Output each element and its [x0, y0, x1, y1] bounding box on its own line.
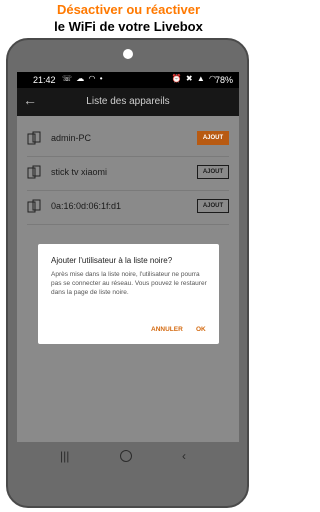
blacklist-dialog: Ajouter l'utilisateur à la liste noire? …	[38, 244, 219, 344]
phone-icon: ☏	[62, 74, 74, 83]
app-bar: ← Liste des appareils	[17, 88, 239, 116]
device-name: admin-PC	[51, 133, 92, 143]
cancel-button[interactable]: ANNULER	[151, 326, 183, 333]
signal-icon: ▲	[196, 74, 206, 83]
status-bar: 21:42 ☏ ☁ ◠ • ⏰ ✖ ▲ ◠ 78%	[17, 72, 239, 88]
wifi-notification-icon: ◠	[88, 74, 97, 83]
cloud-icon: ☁	[76, 74, 86, 83]
phone-camera	[123, 49, 133, 59]
alarm-icon: ⏰	[171, 74, 183, 83]
device-name: 0a:16:0d:06:1f:d1	[51, 201, 122, 211]
dialog-message: Après mise dans la liste noire, l'utilis…	[51, 271, 207, 296]
notification-icons: ☏ ☁ ◠ •	[62, 74, 104, 83]
recents-icon[interactable]: |||	[60, 449, 69, 463]
device-icon	[27, 131, 41, 145]
divider	[27, 190, 229, 191]
page-title: Liste des appareils	[86, 96, 170, 107]
add-button[interactable]: AJOUT	[197, 199, 229, 213]
divider	[27, 224, 229, 225]
status-time: 21:42	[33, 75, 56, 85]
promo-headline: Désactiver ou réactiver le WiFi de votre…	[0, 0, 257, 35]
ok-button[interactable]: OK	[196, 326, 206, 333]
mute-icon: ✖	[185, 74, 194, 83]
home-icon[interactable]	[120, 450, 132, 462]
dialog-title: Ajouter l'utilisateur à la liste noire?	[51, 256, 173, 265]
add-button[interactable]: AJOUT	[197, 165, 229, 179]
divider	[27, 156, 229, 157]
device-row[interactable]: 0a:16:0d:06:1f:d1 AJOUT	[17, 192, 239, 222]
battery-level: 78%	[214, 75, 233, 85]
dot-icon: •	[99, 74, 104, 83]
device-icon	[27, 165, 41, 179]
device-row[interactable]: admin-PC AJOUT	[17, 124, 239, 154]
promo-line-2: le WiFi de votre Livebox	[54, 19, 203, 34]
device-icon	[27, 199, 41, 213]
nav-back-icon[interactable]: ‹	[182, 449, 186, 463]
system-icons: ⏰ ✖ ▲ ◠	[172, 74, 217, 83]
add-button[interactable]: AJOUT	[197, 131, 229, 145]
device-name: stick tv xiaomi	[51, 167, 108, 177]
promo-line-1: Désactiver ou réactiver	[56, 2, 201, 17]
device-row[interactable]: stick tv xiaomi AJOUT	[17, 158, 239, 188]
